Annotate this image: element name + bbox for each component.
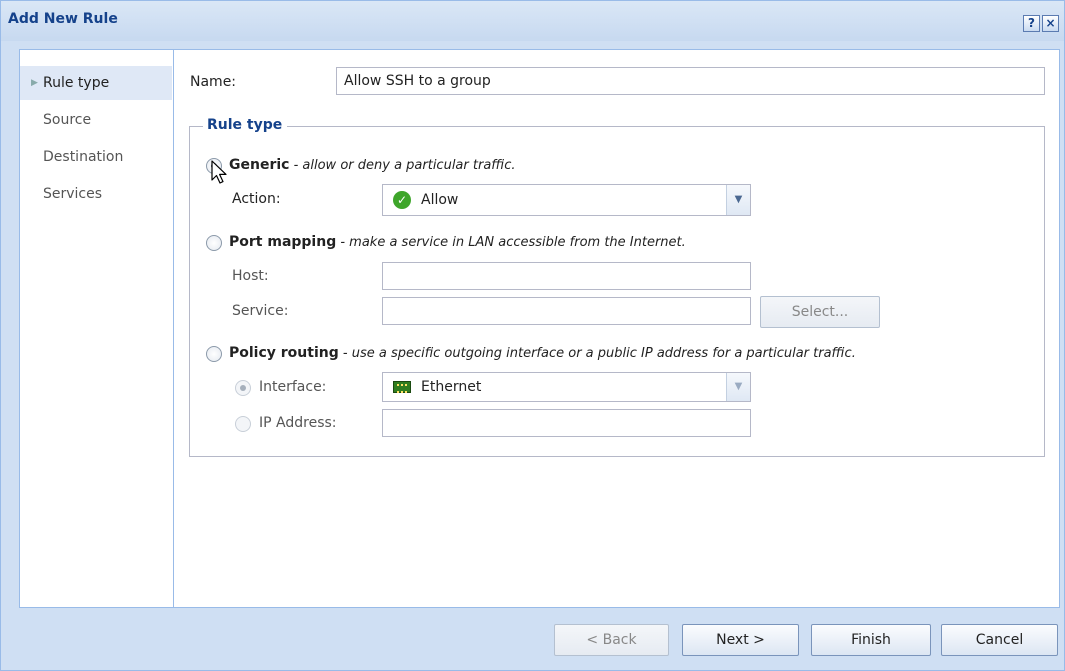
action-label: Action: — [232, 191, 281, 207]
title-bar[interactable]: Add New Rule ? × — [1, 1, 1064, 41]
cancel-button[interactable]: Cancel — [941, 624, 1058, 656]
generic-description: - allow or deny a particular traffic. — [289, 158, 516, 173]
chevron-down-icon[interactable]: ▼ — [726, 185, 750, 215]
finish-button[interactable]: Finish — [811, 624, 931, 656]
sidebar-item-label: Source — [43, 112, 92, 128]
rule-type-panel: Name: Allow SSH to a group Rule type Gen… — [173, 49, 1060, 608]
policy-routing-title: Policy routing — [229, 345, 339, 361]
dialog-title: Add New Rule — [8, 11, 118, 27]
interface-radio[interactable] — [235, 380, 251, 396]
sidebar-item-source[interactable]: Source — [20, 103, 172, 137]
ip-address-label: IP Address: — [259, 415, 337, 431]
sidebar-item-label: Rule type — [43, 75, 110, 91]
network-card-icon — [393, 381, 411, 393]
mouse-cursor-icon — [211, 160, 227, 184]
sidebar-item-rule-type[interactable]: ▶ Rule type — [20, 66, 172, 100]
port-mapping-option-label[interactable]: Port mapping - make a service in LAN acc… — [229, 234, 686, 250]
back-button[interactable]: < Back — [554, 624, 669, 656]
interface-selected-value: Ethernet — [421, 379, 482, 395]
port-mapping-description: - make a service in LAN accessible from … — [336, 235, 686, 250]
action-select[interactable]: ✓ Allow ▼ — [382, 184, 751, 216]
host-label: Host: — [232, 268, 269, 284]
generic-title: Generic — [229, 157, 290, 173]
policy-routing-description: - use a specific outgoing interface or a… — [338, 346, 856, 361]
sidebar-item-label: Destination — [43, 149, 124, 165]
sidebar-item-services[interactable]: Services — [20, 177, 172, 211]
host-input[interactable] — [382, 262, 751, 290]
name-label: Name: — [190, 74, 237, 90]
interface-select[interactable]: Ethernet ▼ — [382, 372, 751, 402]
next-button[interactable]: Next > — [682, 624, 799, 656]
rule-type-legend: Rule type — [203, 117, 288, 133]
sidebar-item-label: Services — [43, 186, 103, 202]
service-input[interactable] — [382, 297, 751, 325]
add-new-rule-dialog: Add New Rule ? × ▶ Rule type Source Dest… — [0, 0, 1065, 671]
policy-routing-option-label[interactable]: Policy routing - use a specific outgoing… — [229, 345, 856, 361]
rule-type-fieldset: Rule type Generic - allow or deny a part… — [189, 117, 1045, 457]
generic-option-label[interactable]: Generic - allow or deny a particular tra… — [229, 157, 516, 173]
name-input[interactable]: Allow SSH to a group — [336, 67, 1045, 95]
sidebar-item-destination[interactable]: Destination — [20, 140, 172, 174]
select-service-button[interactable]: Select... — [760, 296, 880, 328]
port-mapping-title: Port mapping — [229, 234, 337, 250]
chevron-down-icon[interactable]: ▼ — [726, 373, 750, 401]
interface-label: Interface: — [259, 379, 327, 395]
help-button[interactable]: ? — [1023, 15, 1040, 32]
ip-address-radio[interactable] — [235, 416, 251, 432]
port-mapping-radio[interactable] — [206, 235, 222, 251]
ip-address-input[interactable] — [382, 409, 751, 437]
wizard-steps-sidebar: ▶ Rule type Source Destination Services — [19, 49, 173, 608]
check-circle-icon: ✓ — [393, 191, 411, 209]
close-button[interactable]: × — [1042, 15, 1059, 32]
policy-routing-radio[interactable] — [206, 346, 222, 362]
action-selected-value: Allow — [421, 192, 459, 208]
service-label: Service: — [232, 303, 289, 319]
chevron-right-icon: ▶ — [31, 78, 38, 88]
